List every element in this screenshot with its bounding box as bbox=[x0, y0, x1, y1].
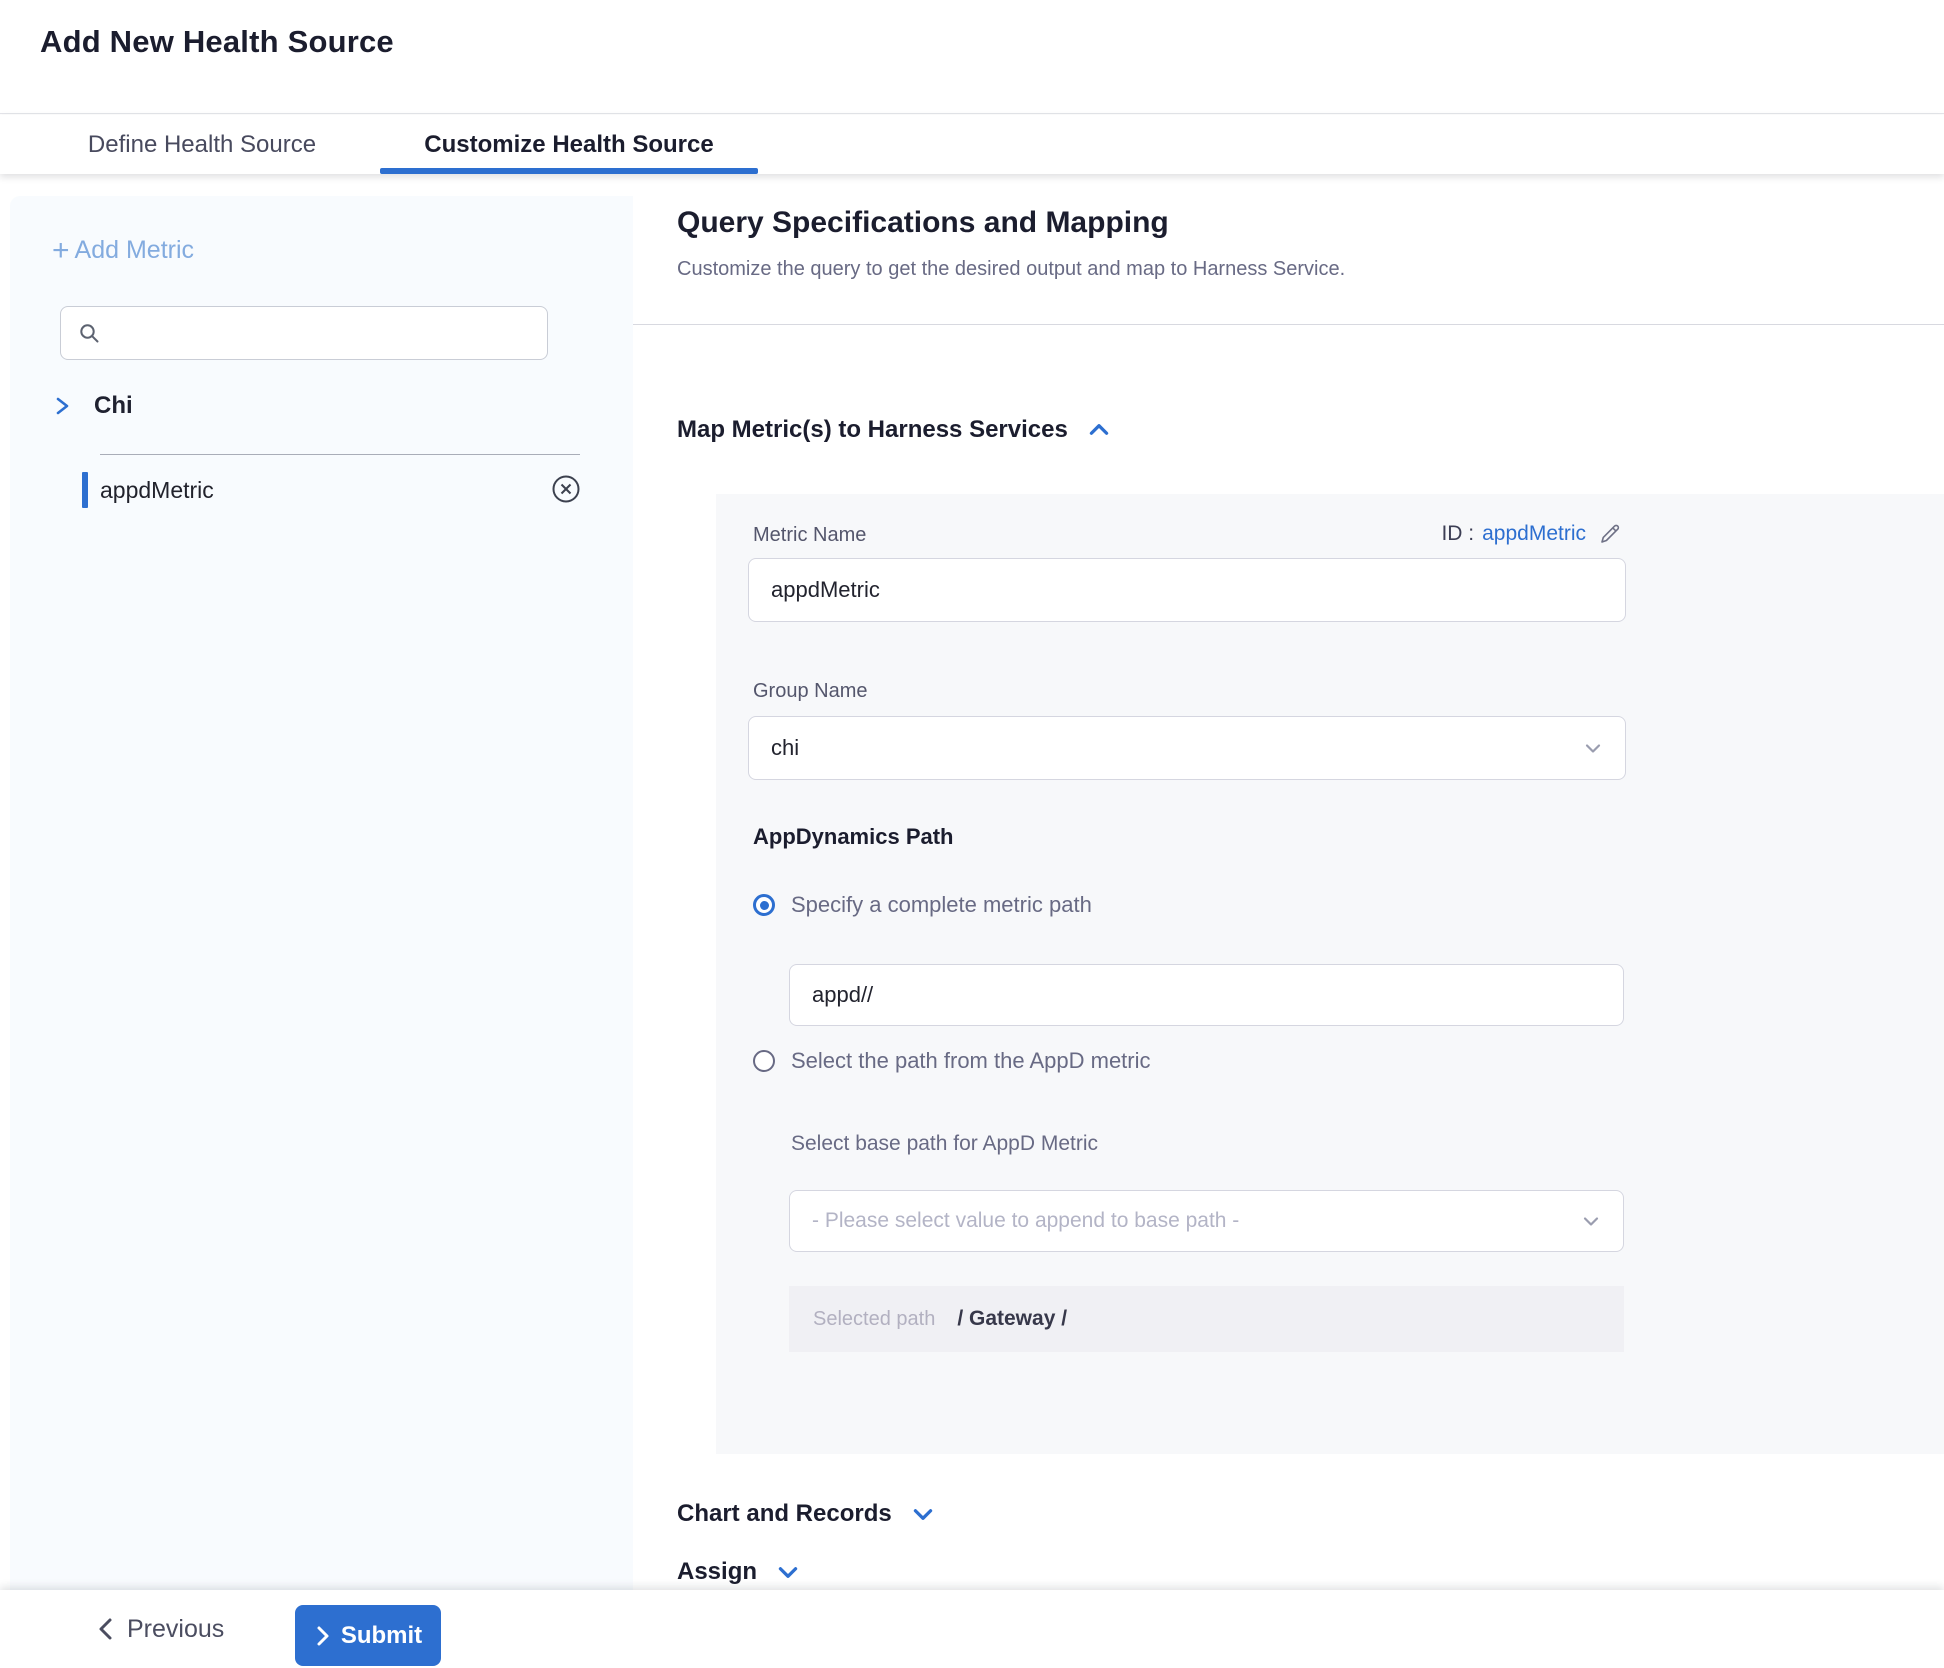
tab-customize-health-source[interactable]: Customize Health Source bbox=[380, 115, 758, 174]
previous-button[interactable]: Previous bbox=[95, 1590, 224, 1668]
remove-metric-icon[interactable] bbox=[550, 473, 582, 505]
metric-search-box[interactable] bbox=[60, 306, 548, 360]
search-icon bbox=[77, 321, 101, 345]
base-path-select[interactable]: - Please select value to append to base … bbox=[789, 1190, 1624, 1252]
metric-mapping-panel: Metric Name ID : appdMetric Group Name c… bbox=[716, 494, 1944, 1454]
plus-icon: + bbox=[52, 238, 70, 263]
tab-define-health-source[interactable]: Define Health Source bbox=[40, 115, 364, 174]
chevron-down-icon[interactable] bbox=[775, 1559, 801, 1585]
group-name-select[interactable]: chi bbox=[748, 716, 1626, 780]
selected-path-value: / Gateway / bbox=[957, 1307, 1067, 1331]
previous-button-label: Previous bbox=[127, 1615, 224, 1644]
add-metric-button[interactable]: + Add Metric bbox=[52, 236, 194, 265]
divider bbox=[633, 324, 1944, 325]
tab-bar: Define Health Source Customize Health So… bbox=[0, 115, 1944, 174]
metric-id-link[interactable]: appdMetric bbox=[1482, 522, 1586, 546]
add-health-source-dialog: Add New Health Source Define Health Sour… bbox=[0, 0, 1944, 1668]
section-subtitle: Customize the query to get the desired o… bbox=[677, 258, 1345, 281]
appdynamics-path-heading: AppDynamics Path bbox=[753, 824, 954, 850]
id-prefix-label: ID : bbox=[1441, 522, 1474, 546]
metric-item-label: appdMetric bbox=[100, 477, 214, 504]
chart-records-section-toggle[interactable]: Chart and Records bbox=[677, 1500, 936, 1528]
active-tab-underline bbox=[380, 168, 758, 174]
map-metrics-section-toggle[interactable]: Map Metric(s) to Harness Services bbox=[677, 416, 1112, 444]
tree-divider bbox=[100, 454, 580, 455]
selected-path-bar: Selected path / Gateway / bbox=[789, 1286, 1624, 1352]
section-title: Query Specifications and Mapping bbox=[677, 206, 1169, 240]
map-metrics-label: Map Metric(s) to Harness Services bbox=[677, 416, 1068, 444]
dialog-header: Add New Health Source bbox=[0, 0, 1944, 114]
metrics-sidebar: + Add Metric Chi bbox=[10, 196, 633, 1590]
tree-group-chi[interactable]: Chi bbox=[52, 392, 133, 420]
page-title: Add New Health Source bbox=[40, 24, 394, 60]
assign-section-toggle[interactable]: Assign bbox=[677, 1558, 801, 1586]
chevron-down-icon bbox=[1581, 736, 1605, 760]
radio-selected-icon[interactable] bbox=[753, 894, 775, 916]
edit-id-icon[interactable] bbox=[1598, 522, 1622, 546]
complete-metric-path-input[interactable] bbox=[789, 964, 1624, 1026]
chevron-up-icon[interactable] bbox=[1086, 417, 1112, 443]
add-metric-label: Add Metric bbox=[75, 236, 194, 265]
base-path-label: Select base path for AppD Metric bbox=[791, 1132, 1098, 1156]
search-input[interactable] bbox=[113, 322, 533, 345]
group-name-value: chi bbox=[771, 735, 799, 761]
tree-group-label: Chi bbox=[94, 392, 133, 420]
radio-select-path-label: Select the path from the AppD metric bbox=[791, 1048, 1151, 1074]
group-name-label: Group Name bbox=[753, 680, 868, 703]
radio-complete-path-label: Specify a complete metric path bbox=[791, 892, 1092, 918]
chevron-down-icon bbox=[1579, 1209, 1603, 1233]
metric-id-row: ID : appdMetric bbox=[1441, 522, 1622, 546]
selected-path-label: Selected path bbox=[813, 1308, 935, 1331]
radio-select-appd-path[interactable]: Select the path from the AppD metric bbox=[753, 1048, 1151, 1074]
dialog-footer: Previous Submit bbox=[0, 1590, 1944, 1668]
metric-name-input[interactable] bbox=[748, 558, 1626, 622]
chevron-right-icon bbox=[314, 1624, 332, 1648]
radio-unselected-icon[interactable] bbox=[753, 1050, 775, 1072]
metric-list-item[interactable]: appdMetric bbox=[82, 470, 582, 510]
chevron-down-icon[interactable] bbox=[910, 1501, 936, 1527]
radio-complete-metric-path[interactable]: Specify a complete metric path bbox=[753, 892, 1092, 918]
content-area: + Add Metric Chi bbox=[0, 174, 1944, 1590]
query-spec-main: Query Specifications and Mapping Customi… bbox=[633, 174, 1944, 1590]
metric-name-label: Metric Name bbox=[753, 524, 866, 547]
selected-indicator-bar bbox=[82, 472, 88, 508]
submit-button[interactable]: Submit bbox=[295, 1605, 441, 1666]
chevron-right-icon[interactable] bbox=[52, 394, 72, 418]
base-path-placeholder: - Please select value to append to base … bbox=[812, 1209, 1239, 1233]
submit-button-label: Submit bbox=[341, 1622, 422, 1650]
assign-label: Assign bbox=[677, 1558, 757, 1586]
chart-records-label: Chart and Records bbox=[677, 1500, 892, 1528]
chevron-left-icon bbox=[95, 1616, 117, 1642]
